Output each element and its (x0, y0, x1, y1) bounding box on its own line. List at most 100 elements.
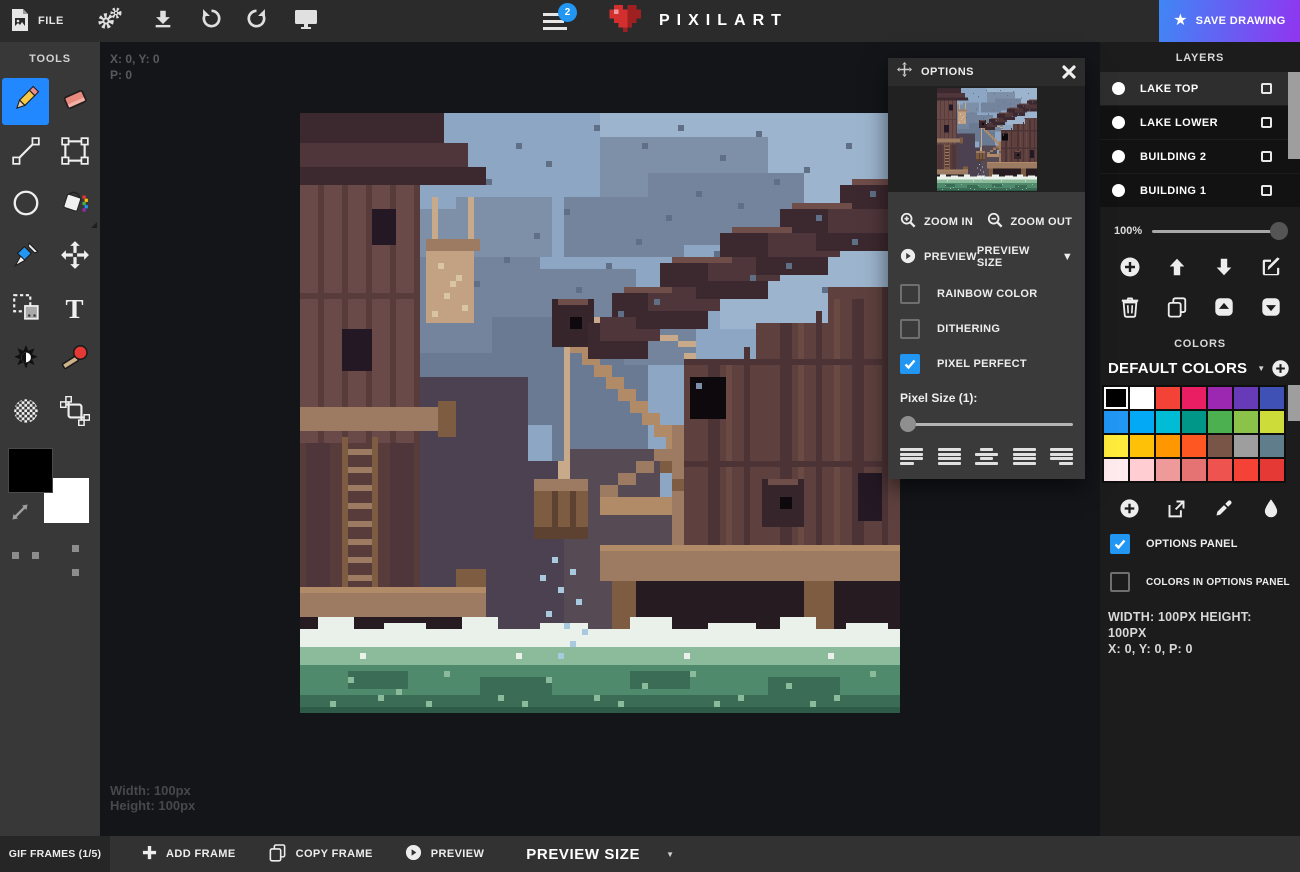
color-droplet-button[interactable] (1256, 495, 1286, 521)
undo-button[interactable] (200, 7, 223, 35)
layer-options-checkbox[interactable] (1261, 83, 1272, 94)
rainbow-color-checkbox[interactable]: RAINBOW COLOR (900, 284, 1073, 304)
tool-lighten[interactable] (2, 338, 49, 385)
layer-row-building-1[interactable]: BUILDING 1 (1100, 174, 1300, 208)
delete-layer-button[interactable] (1115, 294, 1145, 320)
redo-button[interactable] (245, 7, 268, 35)
panel-grip[interactable] (72, 545, 79, 552)
color-swatch[interactable] (1104, 459, 1128, 481)
layers-scrollbar[interactable] (1288, 72, 1300, 159)
tool-eraser[interactable] (51, 78, 98, 125)
layer-options-checkbox[interactable] (1261, 185, 1272, 196)
stroke-align-fill-icon[interactable] (1013, 448, 1036, 465)
file-menu-button[interactable]: FILE (10, 8, 64, 35)
drawing-canvas[interactable] (300, 113, 900, 713)
color-swatch[interactable] (1260, 435, 1284, 457)
gif-frames-tab[interactable]: GIF FRAMES (1/5) (0, 836, 110, 872)
color-swatch[interactable] (1156, 435, 1180, 457)
download-button[interactable] (152, 8, 174, 35)
layer-row-lake-lower[interactable]: LAKE LOWER (1100, 106, 1300, 140)
preview-button[interactable]: PREVIEW (900, 248, 977, 267)
edit-layer-button[interactable] (1256, 254, 1286, 280)
colors-scrollbar[interactable] (1288, 385, 1300, 421)
color-swatch[interactable] (1182, 387, 1206, 409)
copy-frame-button[interactable]: COPY FRAME (268, 843, 373, 865)
merge-layer-up-button[interactable] (1209, 294, 1239, 320)
opacity-slider[interactable] (1152, 222, 1286, 240)
checkbox[interactable] (900, 284, 920, 304)
color-swatch[interactable] (1156, 459, 1180, 481)
color-swatch[interactable] (1156, 387, 1180, 409)
duplicate-layer-button[interactable] (1162, 294, 1192, 320)
move-layer-up-button[interactable] (1162, 254, 1192, 280)
color-swatch[interactable] (1104, 387, 1128, 409)
stroke-align-justify-icon[interactable] (938, 448, 961, 465)
preview-size-button[interactable]: PREVIEW SIZE ▼ (977, 245, 1073, 269)
pixel-perfect-checkbox[interactable]: PIXEL PERFECT (900, 354, 1073, 374)
color-swatch[interactable] (1234, 435, 1258, 457)
tool-dither[interactable] (2, 390, 49, 437)
color-swatch[interactable] (1104, 411, 1128, 433)
color-swatch[interactable] (1130, 459, 1154, 481)
fullscreen-button[interactable] (294, 8, 318, 35)
tool-rectangle[interactable] (51, 130, 98, 177)
swap-colors-icon[interactable] (10, 502, 30, 527)
add-layer-button[interactable] (1115, 254, 1145, 280)
settings-button[interactable] (96, 6, 124, 37)
tool-line[interactable] (2, 130, 49, 177)
save-drawing-button[interactable]: ★ SAVE DRAWING (1159, 0, 1300, 42)
options-panel-header[interactable]: OPTIONS (888, 58, 1085, 86)
zoom-out-button[interactable]: ZOOM OUT (987, 212, 1074, 231)
merge-layer-down-button[interactable] (1256, 294, 1286, 320)
move-layer-down-button[interactable] (1209, 254, 1239, 280)
chevron-down-icon[interactable]: ▼ (1257, 364, 1265, 373)
tool-circle[interactable] (2, 182, 49, 229)
tool-select[interactable] (2, 286, 49, 333)
color-swatch[interactable] (1260, 411, 1284, 433)
layer-visibility-toggle[interactable] (1112, 116, 1125, 129)
layer-row-building-2[interactable]: BUILDING 2 (1100, 140, 1300, 174)
pixel-size-slider[interactable] (900, 416, 1073, 432)
tool-text[interactable]: T (51, 286, 98, 333)
eyedropper-icon[interactable] (1209, 495, 1239, 521)
stroke-align-right-icon[interactable] (1050, 448, 1073, 465)
colors-in-options-checkbox[interactable]: COLORS IN OPTIONS PANEL (1100, 563, 1300, 601)
color-swatch[interactable] (1156, 411, 1180, 433)
color-swatch[interactable] (1234, 387, 1258, 409)
move-handle-icon[interactable] (897, 62, 912, 82)
add-frame-button[interactable]: ADD FRAME (142, 845, 236, 863)
tool-crop[interactable] (51, 390, 98, 437)
tool-pencil[interactable] (2, 78, 49, 125)
layer-row-lake-top[interactable]: LAKE TOP (1100, 72, 1300, 106)
stroke-align-left-icon[interactable] (900, 448, 923, 465)
color-swatch[interactable] (1182, 435, 1206, 457)
close-icon[interactable] (1062, 65, 1076, 79)
color-swatch[interactable] (1208, 435, 1232, 457)
add-color-button[interactable] (1115, 495, 1145, 521)
tool-move[interactable] (51, 234, 98, 281)
tool-color-picker[interactable] (2, 234, 49, 281)
dithering-checkbox[interactable]: DITHERING (900, 319, 1073, 339)
zoom-in-button[interactable]: ZOOM IN (900, 212, 987, 231)
color-swatch[interactable] (1208, 411, 1232, 433)
checkbox[interactable] (900, 354, 920, 374)
preview-size-button-bottom[interactable]: PREVIEW SIZE ▼ (526, 846, 674, 863)
palette-selector[interactable]: DEFAULT COLORS (1108, 360, 1247, 377)
preview-button-bottom[interactable]: PREVIEW (405, 844, 485, 864)
panel-grip[interactable] (32, 552, 39, 559)
slider-thumb[interactable] (900, 416, 916, 432)
layer-visibility-toggle[interactable] (1112, 150, 1125, 163)
tool-bucket[interactable] (51, 182, 98, 229)
options-panel-checkbox[interactable]: OPTIONS PANEL (1100, 525, 1300, 563)
panel-grip[interactable] (72, 569, 79, 576)
tool-stamp[interactable] (51, 338, 98, 385)
primary-color-swatch[interactable] (8, 448, 53, 493)
slider-track[interactable] (900, 423, 1073, 426)
color-swatch[interactable] (1234, 411, 1258, 433)
color-swatch[interactable] (1234, 459, 1258, 481)
color-swatch[interactable] (1208, 387, 1232, 409)
checkbox[interactable] (1110, 534, 1130, 554)
slider-thumb[interactable] (1270, 222, 1288, 240)
layer-visibility-toggle[interactable] (1112, 184, 1125, 197)
color-swatch[interactable] (1130, 435, 1154, 457)
